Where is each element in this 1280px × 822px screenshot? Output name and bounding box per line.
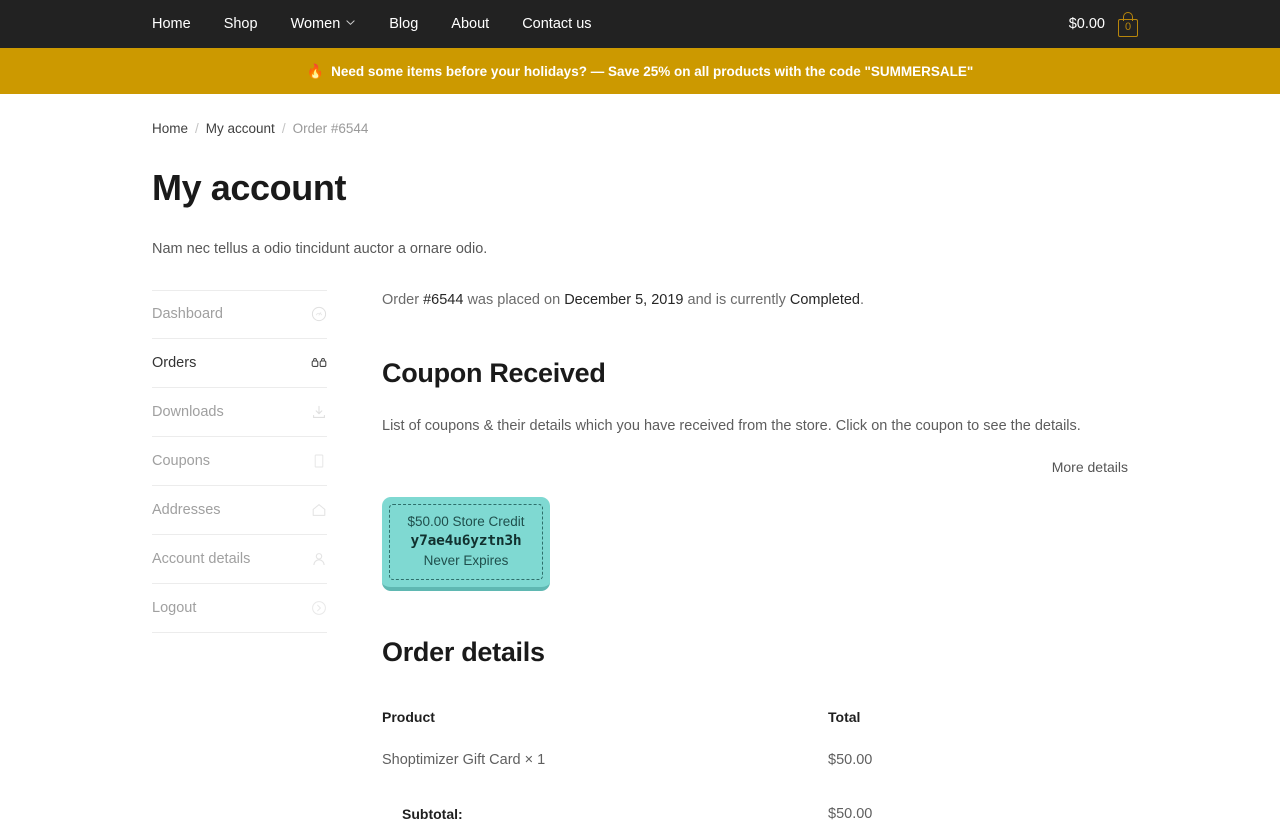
promo-banner-content: 🔥 Need some items before your holidays? … (307, 64, 974, 79)
nav-item-about[interactable]: About (451, 17, 505, 32)
more-details-row: More details (382, 459, 1128, 475)
table-row: Shoptimizer Gift Card × 1 $50.00 (382, 746, 1128, 786)
column-header-total: Total (828, 709, 861, 726)
account-sidebar-nav: Dashboard Orders Downloads Coupons Addre… (152, 287, 327, 633)
order-status-connector: and is currently (683, 291, 790, 308)
breadcrumb: Home / My account / Order #6544 (152, 94, 1128, 136)
sidebar-item-label: Coupons (152, 452, 211, 469)
user-icon (311, 551, 327, 567)
coupon-list: $50.00 Store Credit y7ae4u6yztn3h Never … (382, 496, 1128, 592)
sidebar-item-coupons[interactable]: Coupons (152, 437, 327, 486)
order-table-body: Shoptimizer Gift Card × 1 $50.00 (382, 746, 1128, 786)
nav-label: Home (152, 15, 191, 32)
product-name: Shoptimizer Gift Card × 1 (382, 752, 546, 769)
orders-icon (311, 355, 327, 371)
bag-body: 0 (1118, 18, 1138, 37)
dashboard-icon (311, 306, 327, 322)
order-number: #6544 (423, 291, 464, 308)
sidebar-item-addresses[interactable]: Addresses (152, 486, 327, 535)
nav-item-home[interactable]: Home (152, 17, 207, 32)
site-header: Home Shop Women Blog About Contact us $0… (0, 0, 1280, 48)
coupon-section-heading: Coupon Received (382, 357, 606, 388)
breadcrumb-separator: / (195, 121, 199, 136)
flame-icon: 🔥 (306, 63, 325, 79)
order-date: December 5, 2019 (564, 291, 684, 308)
logout-icon (311, 600, 327, 616)
order-details-table: Product Total Shoptimizer Gift Card × 1 … (382, 709, 1128, 822)
subtotal-row: Subtotal: $50.00 (382, 786, 1128, 822)
nav-item-women[interactable]: Women (291, 17, 356, 32)
subtotal-label: Subtotal: (402, 806, 463, 822)
status-badge: Completed (789, 291, 860, 308)
order-status-middle: was placed on (463, 291, 565, 308)
sidebar-item-label: Addresses (152, 501, 221, 518)
breadcrumb-separator: / (281, 121, 286, 136)
breadcrumb-current: Order #6544 (292, 121, 369, 136)
product-total: $50.00 (828, 752, 873, 769)
home-icon (311, 502, 327, 518)
sidebar-item-label: Logout (152, 599, 197, 616)
page-wrapper: Home / My account / Order #6544 My accou… (0, 94, 1280, 822)
nav-item-shop[interactable]: Shop (224, 17, 274, 32)
breadcrumb-my-account[interactable]: My account (206, 121, 275, 136)
account-layout: Dashboard Orders Downloads Coupons Addre… (152, 287, 1128, 822)
order-status-line: Order #6544 was placed on December 5, 20… (382, 292, 1128, 308)
order-status-prefix: Order (382, 291, 424, 308)
table-header-row: Product Total (382, 709, 1128, 746)
nav-label: Shop (223, 15, 258, 32)
main-navigation: Home Shop Women Blog About Contact us (152, 17, 608, 32)
coupon-credit-amount: $50.00 Store Credit (407, 513, 525, 529)
coupon-code: y7ae4u6yztn3h (410, 532, 522, 549)
download-icon (311, 404, 327, 420)
nav-item-blog[interactable]: Blog (389, 17, 434, 32)
coupon-expiry: Never Expires (423, 552, 509, 568)
column-header-product: Product (382, 709, 435, 726)
sidebar-item-logout[interactable]: Logout (152, 584, 327, 633)
sidebar-item-orders[interactable]: Orders (152, 339, 327, 388)
shopping-bag-icon[interactable]: 0 (1116, 11, 1140, 37)
page-title: My account (152, 167, 347, 208)
header-cart-area[interactable]: $0.00 0 (1068, 11, 1140, 37)
cart-count: 0 (1124, 21, 1132, 33)
chevron-down-icon (346, 18, 355, 27)
coupon-section-description: List of coupons & their details which yo… (382, 417, 1081, 434)
order-table-foot: Subtotal: $50.00 (382, 786, 1128, 822)
order-details-heading: Order details (382, 637, 545, 668)
promo-banner: 🔥 Need some items before your holidays? … (0, 48, 1280, 94)
nav-label: About (451, 15, 490, 32)
sidebar-item-label: Dashboard (152, 306, 223, 323)
page-intro-text: Nam nec tellus a odio tincidunt auctor a… (152, 240, 488, 257)
order-status-suffix: . (860, 291, 865, 308)
nav-label: Women (290, 15, 341, 32)
coupon-card[interactable]: $50.00 Store Credit y7ae4u6yztn3h Never … (382, 496, 550, 592)
sidebar-item-label: Orders (152, 354, 197, 371)
sidebar-item-label: Downloads (152, 403, 224, 420)
subtotal-value: $50.00 (828, 806, 873, 822)
sidebar-item-account-details[interactable]: Account details (152, 535, 327, 584)
breadcrumb-home[interactable]: Home (152, 121, 188, 136)
order-table-head: Product Total (382, 709, 1128, 746)
nav-label: Contact us (522, 15, 592, 32)
coupon-icon (311, 453, 327, 469)
sidebar-item-label: Account details (152, 550, 251, 567)
more-details-link[interactable]: More details (1052, 459, 1128, 475)
coupon-card-inner: $50.00 Store Credit y7ae4u6yztn3h Never … (389, 503, 543, 581)
nav-label: Blog (389, 15, 419, 32)
promo-banner-text: Need some items before your holidays? — … (331, 63, 974, 79)
sidebar-item-dashboard[interactable]: Dashboard (152, 289, 327, 339)
account-content: Order #6544 was placed on December 5, 20… (327, 287, 1128, 822)
cart-amount: $0.00 (1068, 16, 1105, 32)
nav-item-contact-us[interactable]: Contact us (522, 17, 607, 32)
sidebar-item-downloads[interactable]: Downloads (152, 388, 327, 437)
